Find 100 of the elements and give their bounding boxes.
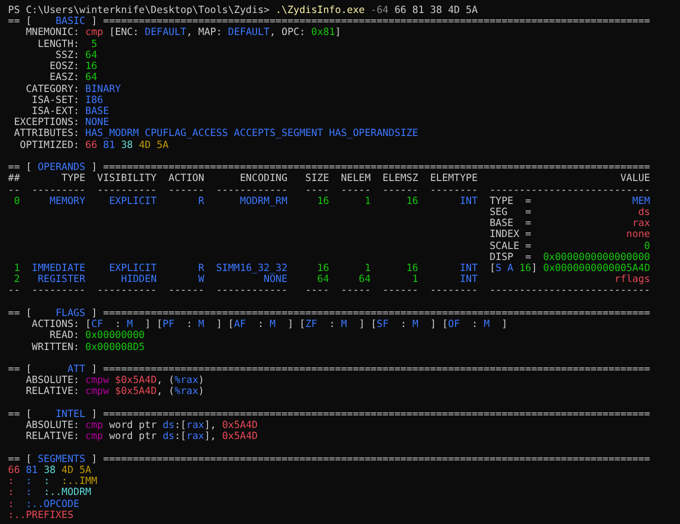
terminal-text: -64 — [370, 5, 390, 16]
terminal-text: == [ — [8, 16, 33, 28]
terminal-text: rax — [631, 218, 650, 230]
terminal-text: W — [197, 274, 204, 286]
terminal-text: PS C:\Users\winterknife\Desktop\Tools\Zydis> — [8, 5, 271, 16]
terminal-text: INTEL — [54, 408, 86, 420]
terminal-text: :..OPCODE — [26, 498, 80, 510]
terminal-text: rax — [186, 420, 204, 432]
terminal-text: 4D 5A — [62, 464, 92, 476]
terminal-text: == [ — [8, 454, 33, 465]
terminal-text: 64 — [316, 274, 330, 286]
terminal-text: ], — [204, 431, 218, 442]
terminal-text: cmp — [85, 27, 104, 38]
terminal-text: BASIC — [54, 16, 86, 28]
terminal-text: ] ============================================================================================ — [90, 408, 650, 420]
terminal-text: 16 — [405, 196, 418, 207]
terminal-text: INT — [458, 263, 478, 274]
terminal-text: , ( — [156, 386, 174, 398]
terminal-text: 0x000008D5 — [85, 342, 145, 353]
terminal-text: ] ============================================================================================ — [91, 454, 650, 465]
terminal-text: cmp — [85, 431, 104, 442]
terminal-text: OPTIMIZED: — [18, 140, 80, 151]
terminal-text: R — [197, 263, 204, 274]
terminal-text: FLAGS — [54, 308, 86, 319]
terminal-text: 81 — [26, 464, 39, 476]
terminal-text: M — [340, 319, 347, 330]
terminal-text: MEM — [631, 196, 650, 207]
terminal-text: 16 — [85, 61, 98, 72]
terminal-text: REGISTER — [36, 274, 86, 286]
terminal-text: EASZ: — [48, 72, 80, 84]
terminal-text: rflags — [613, 274, 650, 286]
terminal-text: HAS_MODRM CPUFLAG_ACCESS ACCEPTS_SEGMENT HAS_OPERANDSIZE — [85, 128, 418, 140]
terminal-text: 64 — [85, 50, 98, 61]
terminal-text: EXPLICIT — [108, 263, 157, 274]
terminal-text: ) — [198, 386, 204, 398]
terminal-text: 64 — [358, 274, 371, 286]
terminal-text: ABSOLUTE: — [24, 420, 80, 432]
terminal-text: :..MODRM — [44, 487, 92, 498]
terminal-text: SSZ: — [54, 50, 80, 61]
terminal-text: 0 — [643, 240, 650, 252]
terminal-text: :..IMM — [62, 476, 98, 488]
terminal-text: .\ZydisInfo.exe — [276, 5, 366, 16]
terminal-text: 16 — [405, 263, 418, 274]
terminal-text: 16 — [316, 263, 330, 274]
terminal-text: [ENC: — [108, 27, 140, 38]
terminal-text: 2 — [12, 274, 20, 286]
terminal-text: ISA-EXT: — [30, 106, 80, 117]
terminal-text: ] [ — [358, 319, 377, 330]
terminal-text: 66 — [8, 464, 21, 476]
terminal-text: LENGTH: — [36, 38, 80, 50]
terminal-text: 0 — [12, 196, 20, 207]
terminal-text: RELATIVE: — [24, 386, 80, 398]
terminal-text: INDEX = — [490, 229, 532, 240]
terminal-text: SEGMENTS — [38, 454, 86, 465]
terminal-text: ds — [162, 420, 174, 432]
terminal-text: :[ — [174, 431, 186, 442]
terminal-text: EXCEPTIONS: — [12, 117, 80, 128]
terminal-text: : — [399, 319, 408, 330]
terminal-text: 1 — [411, 274, 418, 286]
terminal-text: ] ============================================================================================ — [90, 16, 650, 28]
terminal-text: 0x5A4D — [222, 431, 258, 442]
terminal-text: ZF — [305, 319, 318, 330]
terminal-text: PF — [162, 319, 174, 330]
terminal-text: M — [270, 319, 276, 330]
terminal-text: cmp — [85, 420, 104, 432]
terminal-text: BASE — [85, 106, 110, 117]
terminal-text: ABSOLUTE: — [24, 375, 80, 386]
terminal-text: 0x0000000000000000 — [542, 252, 650, 263]
terminal-text: NONE — [85, 117, 110, 128]
terminal-text: ## TYPE VISIBILITY ACTION ENCODING SIZE NELEM ELEMSZ ELEMTYPE VALUE — [8, 173, 650, 184]
terminal-text: READ: — [48, 330, 80, 342]
terminal-text: == [ — [8, 308, 32, 319]
terminal-text: AF — [234, 319, 246, 330]
terminal-text: INT — [458, 196, 478, 207]
terminal-text: : — [328, 319, 336, 330]
terminal-text: M — [484, 319, 490, 330]
terminal-text: M — [198, 319, 204, 330]
terminal-text: INT — [458, 274, 478, 286]
terminal-text: 0x81 — [311, 27, 336, 38]
terminal-text: : — [256, 319, 265, 330]
terminal-text: 66 81 38 4D 5A — [394, 5, 478, 16]
terminal-text: 4D 5A — [138, 140, 169, 151]
terminal-text: HIDDEN — [120, 274, 157, 286]
terminal-text: BASE = — [490, 218, 532, 230]
terminal-text: :..PREFIXES — [8, 510, 74, 521]
terminal-text: ] [ — [215, 319, 234, 330]
terminal-text: SF — [376, 319, 389, 330]
terminal-text: ] — [531, 263, 538, 274]
terminal-text: ISA-SET: — [30, 94, 80, 106]
terminal-text: MODRM_RM — [238, 196, 288, 207]
terminal-text: EXPLICIT — [108, 196, 157, 207]
terminal-text: M — [412, 319, 418, 330]
terminal-text: 81 — [103, 140, 116, 151]
terminal-text: WRITTEN: — [30, 342, 80, 353]
terminal-text: : — [8, 476, 15, 488]
terminal-text: ] [ — [429, 319, 448, 330]
terminal-text: word ptr — [108, 420, 158, 432]
terminal-text: MEMORY — [48, 196, 86, 207]
terminal-text: : — [26, 487, 33, 498]
terminal-text: == [ — [8, 408, 33, 420]
